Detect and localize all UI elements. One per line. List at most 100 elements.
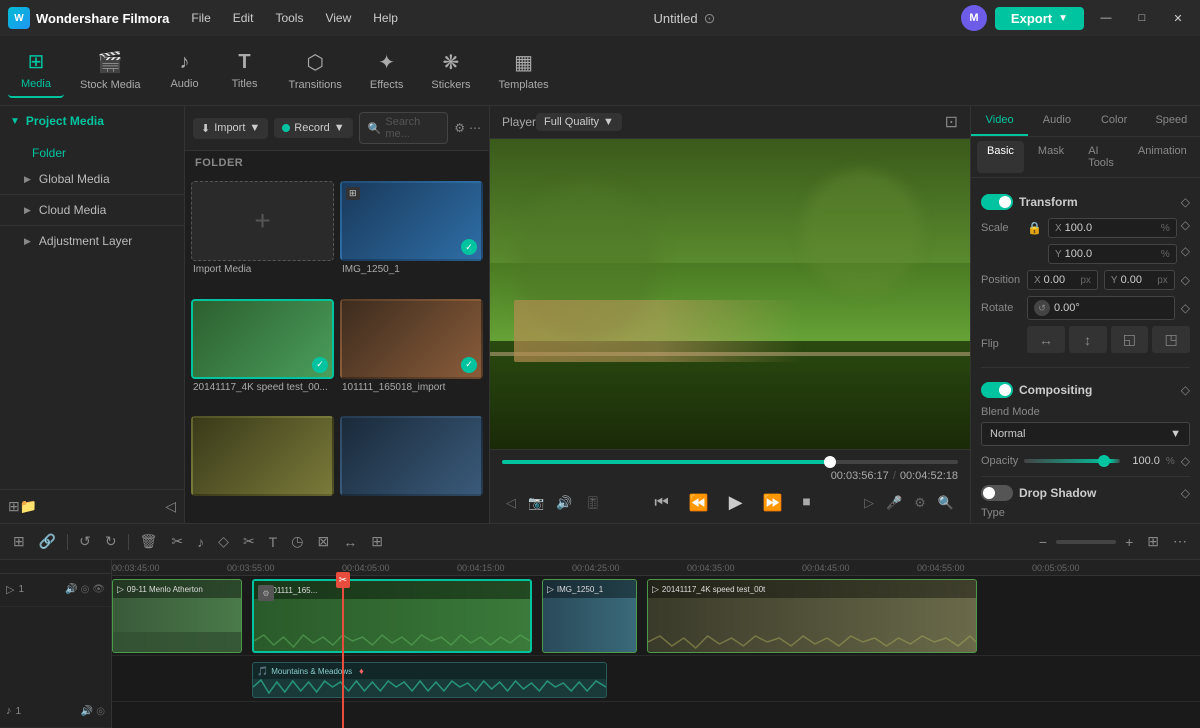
zoom-slider[interactable]	[1056, 540, 1116, 544]
tl-audio[interactable]: ♪	[192, 531, 209, 553]
clip-20141117[interactable]: ▷ 20141117_4K speed test_00t	[647, 579, 977, 653]
sidebar-item-cloud-media[interactable]: ▶ Cloud Media	[0, 197, 184, 223]
blend-mode-select[interactable]: Normal ▼	[981, 422, 1190, 446]
scale-y-keyframe-icon[interactable]: ◇	[1181, 244, 1190, 264]
quality-select[interactable]: Full Quality ▼	[536, 113, 622, 131]
media-import-new[interactable]: + Import Media	[191, 181, 334, 293]
mark-out-button[interactable]: ▷	[860, 493, 878, 513]
tl-undo[interactable]: ↺	[74, 530, 96, 553]
sidebar-item-adjustment-layer[interactable]: ▶ Adjustment Layer	[0, 228, 184, 254]
frame-back-button[interactable]: ⏪	[683, 491, 715, 515]
tl-grid[interactable]: ⊞	[1142, 530, 1164, 553]
clip-101111[interactable]: ▷ 101111_165... ⚙	[252, 579, 532, 653]
tl-split[interactable]: ✂	[238, 530, 260, 553]
media-item-5[interactable]	[191, 416, 334, 517]
play-button[interactable]: ▶	[723, 490, 749, 515]
tool-audio[interactable]: ♪ Audio	[157, 45, 213, 96]
flip-v-button[interactable]: ↕	[1069, 326, 1107, 353]
project-media-toggle[interactable]: ▼	[10, 116, 20, 127]
media-thumb-101111[interactable]: ✓	[340, 299, 483, 379]
zoom-out-button[interactable]: −	[1034, 531, 1052, 553]
tl-crop[interactable]: ⊠	[312, 530, 334, 553]
transform-keyframe-icon[interactable]: ◇	[1181, 195, 1190, 209]
opacity-handle[interactable]	[1098, 455, 1110, 467]
sidebar-item-folder[interactable]: Folder	[0, 140, 184, 166]
progress-handle[interactable]	[824, 456, 836, 468]
volume-button[interactable]: 🔊	[552, 493, 576, 513]
audio-track-mute[interactable]: ◎	[96, 706, 105, 717]
opacity-slider[interactable]	[1024, 459, 1120, 463]
scale-x-field[interactable]: X 100.0 %	[1048, 218, 1177, 238]
tab-video[interactable]: Video	[971, 106, 1028, 136]
tool-stock-media[interactable]: 🎬 Stock Media	[68, 44, 153, 97]
media-item-6[interactable]	[340, 416, 483, 517]
tl-timer[interactable]: ◷	[286, 530, 308, 553]
media-item-20141117[interactable]: ✓ 20141117_4K speed test_00...	[191, 299, 334, 411]
audio-meter-button[interactable]: 🎚	[580, 493, 605, 513]
subtab-animation[interactable]: Animation	[1128, 141, 1197, 173]
close-button[interactable]: ✕	[1164, 7, 1192, 29]
import-button[interactable]: ⬇ Import ▼	[193, 118, 268, 139]
flip-h-button[interactable]: ↔	[1027, 326, 1065, 353]
more-icon[interactable]: ⋯	[469, 121, 481, 135]
import-new-thumb[interactable]: +	[191, 181, 334, 261]
video-track-volume[interactable]: 🔊	[65, 584, 77, 595]
zoom-in-button[interactable]: +	[1120, 531, 1138, 553]
filter-icon[interactable]: ⚙	[454, 121, 465, 135]
tool-titles[interactable]: T Titles	[217, 45, 273, 96]
position-y-field[interactable]: Y 0.00 px	[1104, 270, 1175, 290]
subtab-mask[interactable]: Mask	[1028, 141, 1074, 173]
split-button[interactable]: ⚙	[910, 493, 930, 513]
minimize-button[interactable]: —	[1092, 7, 1120, 29]
tl-link[interactable]: 🔗	[34, 530, 61, 553]
clip-mountains-audio[interactable]: 🎵 Mountains & Meadows ♦	[252, 662, 607, 698]
tool-transitions[interactable]: ⬡ Transitions	[277, 44, 354, 97]
lock-icon[interactable]: 🔒	[1027, 221, 1042, 235]
media-thumb-6[interactable]	[340, 416, 483, 496]
tl-add-track[interactable]: ⊞	[8, 530, 30, 553]
menu-view[interactable]: View	[315, 7, 361, 29]
tl-cut[interactable]: ✂	[166, 530, 188, 553]
subtab-ai-tools[interactable]: AI Tools	[1078, 141, 1124, 173]
skip-back-button[interactable]: ⏮	[648, 492, 674, 514]
tool-templates[interactable]: ▦ Templates	[486, 44, 560, 97]
snapshot-button[interactable]: 📷	[524, 493, 548, 513]
menu-file[interactable]: File	[181, 7, 220, 29]
export-button[interactable]: Export ▼	[995, 7, 1084, 30]
frame-forward-button[interactable]: ⏩	[757, 491, 789, 515]
media-item-img1250[interactable]: ✓ ⊞ IMG_1250_1	[340, 181, 483, 293]
media-item-101111[interactable]: ✓ 101111_165018_import	[340, 299, 483, 411]
menu-tools[interactable]: Tools	[265, 7, 313, 29]
clip-menlo[interactable]: ▷ 09-11 Menlo Atherton	[112, 579, 242, 653]
opacity-keyframe-icon[interactable]: ◇	[1181, 454, 1190, 468]
fullscreen-icon[interactable]: ⊡	[945, 112, 958, 132]
tab-audio[interactable]: Audio	[1028, 106, 1085, 136]
voiceover-button[interactable]: 🎤	[882, 493, 906, 513]
video-track-visibility[interactable]: 👁	[92, 584, 105, 595]
rotate-field[interactable]: ↺ 0.00°	[1027, 296, 1175, 320]
scale-x-keyframe-icon[interactable]: ◇	[1181, 218, 1190, 238]
transform-toggle[interactable]	[981, 194, 1013, 210]
add-folder-icon[interactable]: ⊞	[8, 498, 20, 515]
mark-in-button[interactable]: ◁	[502, 493, 520, 513]
progress-bar[interactable]	[502, 460, 958, 464]
flip-4-button[interactable]: ◳	[1152, 326, 1190, 353]
tl-stretch[interactable]: ↔	[338, 531, 362, 553]
tool-effects[interactable]: ✦ Effects	[358, 44, 415, 97]
sidebar-item-global-media[interactable]: ▶ Global Media	[0, 166, 184, 192]
clip-img1250[interactable]: ▷ IMG_1250_1	[542, 579, 637, 653]
zoom-in-button[interactable]: 🔍	[934, 493, 958, 513]
tl-ripple[interactable]: ◇	[213, 530, 234, 553]
menu-edit[interactable]: Edit	[223, 7, 264, 29]
media-thumb-img1250[interactable]: ✓ ⊞	[340, 181, 483, 261]
rotate-keyframe-icon[interactable]: ◇	[1181, 301, 1190, 315]
tool-stickers[interactable]: ❋ Stickers	[419, 44, 482, 97]
tl-more[interactable]: ⊞	[366, 530, 388, 553]
video-track-mute[interactable]: ◎	[81, 584, 90, 595]
menu-help[interactable]: Help	[363, 7, 408, 29]
collapse-panel-icon[interactable]: ◁	[165, 498, 176, 515]
tl-delete[interactable]: 🗑	[135, 530, 163, 553]
user-avatar[interactable]: M	[961, 5, 987, 31]
clip-settings-icon[interactable]: ⚙	[258, 585, 274, 601]
tl-options[interactable]: ⋯	[1168, 530, 1192, 553]
